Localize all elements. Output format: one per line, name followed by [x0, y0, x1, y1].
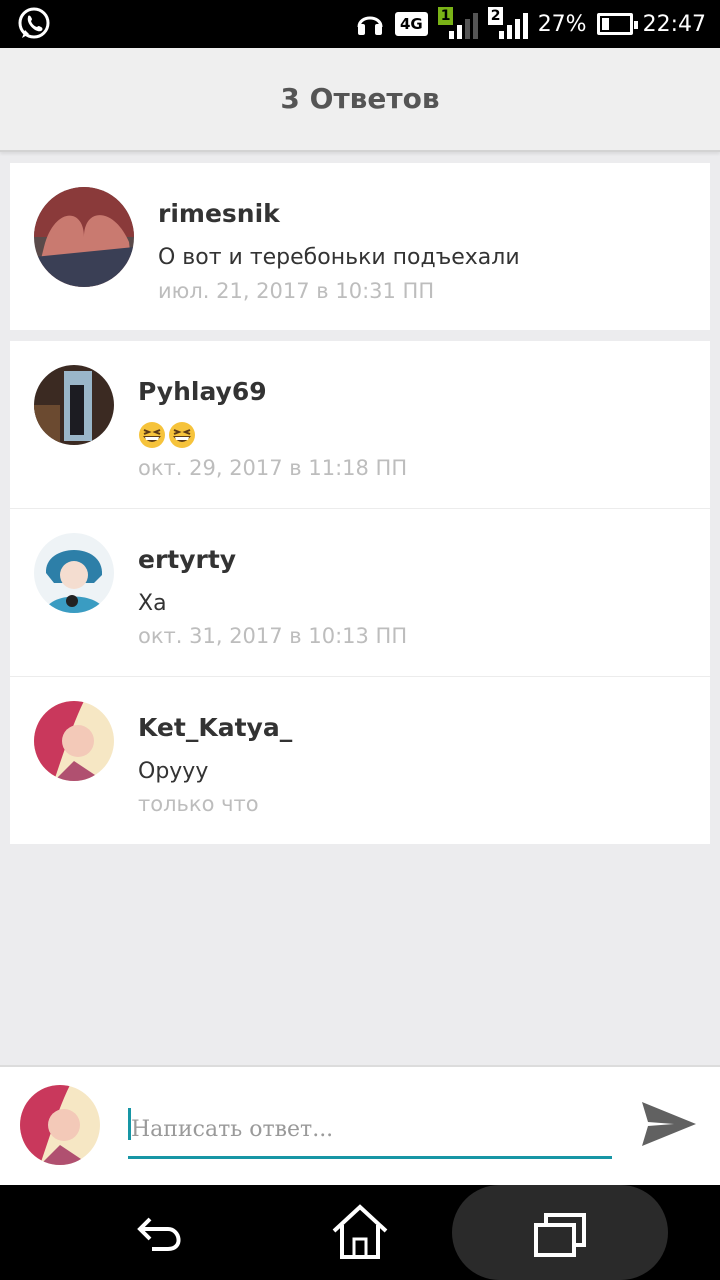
sim1-signal: 1 — [437, 7, 478, 41]
reply-input[interactable] — [128, 1103, 612, 1159]
clock: 22:47 — [642, 11, 706, 37]
comment-time: окт. 29, 2017 в 11:18 ПП — [138, 456, 408, 480]
comment-author[interactable]: Pyhlay69 — [138, 377, 267, 406]
recents-icon[interactable] — [530, 1203, 590, 1263]
list-item[interactable]: Ket_Katya_ Оруyy только что — [10, 677, 710, 845]
comment-text: Ха — [138, 591, 167, 616]
network-type: 4G — [394, 12, 428, 36]
parent-comment[interactable]: rimesnik О вот и теребоньки подъехали ию… — [10, 163, 710, 330]
page-title: 3 Ответов — [280, 82, 440, 115]
battery-percent: 27% — [537, 11, 587, 37]
list-item[interactable]: ertyrty Ха окт. 31, 2017 в 10:13 ПП — [10, 509, 710, 677]
back-icon[interactable] — [130, 1203, 190, 1263]
list-item[interactable]: Pyhlay69 окт. 29, 2017 в 11:18 ПП — [10, 341, 710, 509]
comment-author[interactable]: rimesnik — [158, 199, 280, 228]
comment-text: О вот и теребоньки подъехали — [158, 245, 520, 270]
send-icon[interactable] — [638, 1094, 700, 1154]
avatar — [20, 1085, 100, 1165]
grinning-squinting-face-icon — [139, 422, 165, 448]
avatar[interactable] — [34, 365, 114, 445]
status-bar: 4G 1 2 27% 22:47 — [0, 0, 720, 48]
avatar[interactable] — [34, 701, 114, 781]
app-header: 3 Ответов — [0, 48, 720, 152]
home-icon[interactable] — [330, 1203, 390, 1263]
comment-author[interactable]: ertyrty — [138, 545, 236, 574]
headphones-icon — [355, 7, 385, 42]
grinning-squinting-face-icon — [169, 422, 195, 448]
comment-author[interactable]: Ket_Katya_ — [138, 713, 292, 742]
whatsapp-icon — [16, 6, 52, 47]
sim2-signal: 2 — [487, 7, 528, 41]
system-nav-bar — [0, 1185, 720, 1280]
comment-time: июл. 21, 2017 в 10:31 ПП — [158, 279, 435, 303]
avatar[interactable] — [34, 187, 134, 287]
comment-time: только что — [138, 792, 259, 816]
comment-text — [138, 421, 198, 449]
text-cursor — [128, 1108, 131, 1140]
comment-text: Оруyy — [138, 759, 209, 784]
avatar[interactable] — [34, 533, 114, 613]
battery-icon — [596, 13, 638, 35]
replies-list: Pyhlay69 окт. 29, 2017 в 11:18 ПП ertyrt… — [10, 341, 710, 844]
comment-time: окт. 31, 2017 в 10:13 ПП — [138, 624, 408, 648]
